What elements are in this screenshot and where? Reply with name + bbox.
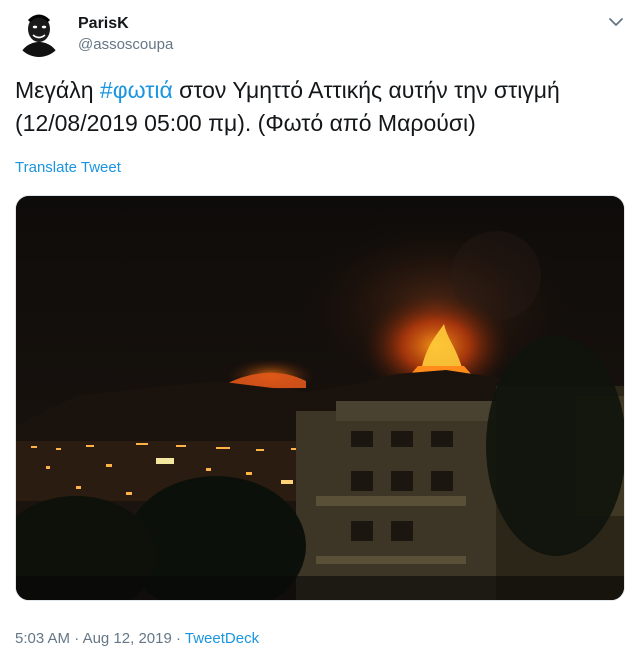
- user-display-name[interactable]: ParisK: [78, 15, 129, 33]
- translate-tweet-link[interactable]: Translate Tweet: [15, 159, 121, 176]
- fire-photo-image: [16, 196, 624, 600]
- avatar-face-icon: [15, 9, 63, 57]
- tweet-menu-button[interactable]: [606, 14, 626, 30]
- tweet-source-link[interactable]: TweetDeck: [185, 630, 259, 647]
- meta-separator: ·: [70, 630, 83, 647]
- tweet-text: Μεγάλη #φωτιά στον Υμηττό Αττικής αυτήν …: [15, 74, 627, 140]
- tweet-time[interactable]: 5:03 AM: [15, 630, 70, 647]
- meta-separator-2: ·: [171, 630, 185, 647]
- tweet-card: ParisK @assoscoupa Μεγάλη #φωτιά στον Υμ…: [0, 0, 640, 650]
- tweet-date[interactable]: Aug 12, 2019: [83, 630, 172, 647]
- chevron-down-icon: [609, 18, 623, 26]
- user-handle[interactable]: @assoscoupa: [78, 36, 173, 53]
- hashtag-link[interactable]: #φωτιά: [100, 77, 173, 103]
- tweet-text-start: Μεγάλη: [15, 77, 100, 103]
- user-avatar[interactable]: [15, 9, 63, 57]
- tweet-photo[interactable]: [15, 195, 625, 601]
- tweet-metadata: 5:03 AM · Aug 12, 2019 · TweetDeck: [15, 630, 259, 647]
